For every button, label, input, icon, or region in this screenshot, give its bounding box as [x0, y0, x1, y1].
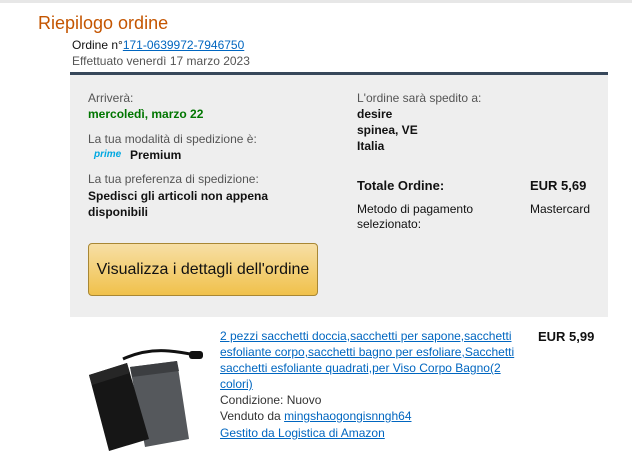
page-title: Riepilogo ordine — [38, 13, 169, 33]
sold-by-line: Venduto da mingshaogongisnngh64 — [220, 409, 412, 423]
view-order-details-button[interactable]: Visualizza i dettagli dell'ordine — [88, 243, 318, 296]
product-condition: Condizione: Nuovo — [220, 393, 322, 407]
payment-method-value: Mastercard — [530, 202, 591, 216]
product-title-link[interactable]: 2 pezzi sacchetti doccia,sacchetti per s… — [220, 328, 520, 392]
fulfilled-by-amazon-link[interactable]: Gestito da Logistica di Amazon — [220, 426, 385, 440]
order-number-label: Ordine n° — [72, 38, 123, 52]
ship-to-label: L'ordine sarà spedito a: — [357, 91, 482, 105]
top-divider — [0, 0, 632, 3]
seller-link[interactable]: mingshaogongisnngh64 — [284, 409, 411, 423]
shipping-pref-value: Spedisci gli articoli non appena disponi… — [88, 189, 269, 219]
order-number-line: Ordine n°171-0639972-7946750 — [72, 38, 244, 52]
product-image[interactable] — [85, 347, 210, 452]
shipping-mode-label: La tua modalità di spedizione è: — [88, 132, 257, 146]
ship-to-name: desire — [357, 107, 393, 121]
order-total-value: EUR 5,69 — [530, 178, 587, 193]
ship-to-country: Italia — [357, 139, 385, 153]
ship-to-city: spinea, VE — [357, 123, 418, 137]
payment-method-label: Metodo di pagamento selezionato: — [357, 202, 474, 231]
order-date: Effettuato venerdì 17 marzo 2023 — [72, 54, 250, 68]
product-price: EUR 5,99 — [538, 329, 595, 344]
prime-logo-icon: prime — [94, 149, 122, 160]
shipping-pref-label: La tua preferenza di spedizione: — [88, 172, 259, 186]
order-summary-panel: Arriverà: mercoledì, marzo 22 La tua mod… — [70, 72, 608, 317]
arrival-label: Arriverà: — [88, 91, 134, 105]
arrival-date: mercoledì, marzo 22 — [88, 107, 204, 121]
order-total-label: Totale Ordine: — [357, 178, 445, 193]
order-number-link[interactable]: 171-0639972-7946750 — [123, 38, 244, 52]
sold-by-label: Venduto da — [220, 409, 285, 423]
shipping-mode-value: Premium — [130, 148, 182, 162]
